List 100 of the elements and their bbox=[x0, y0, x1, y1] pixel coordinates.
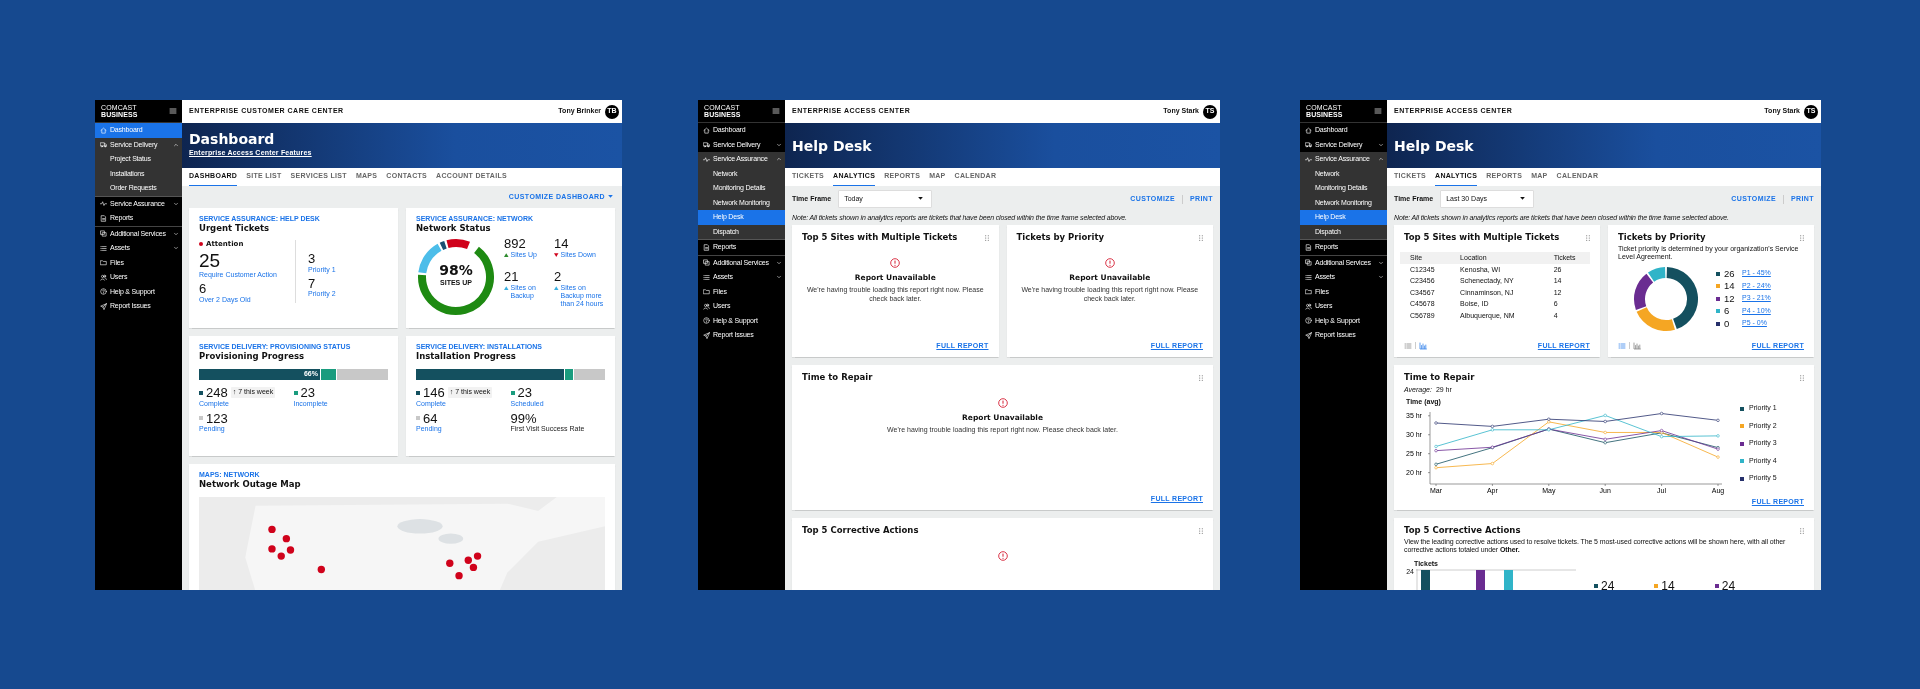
drag-handle-icon[interactable] bbox=[1800, 528, 1804, 535]
stat-value: 248 bbox=[206, 385, 228, 400]
data-point bbox=[1716, 418, 1720, 422]
error-icon bbox=[997, 397, 1008, 408]
folder-icon bbox=[100, 259, 107, 267]
total-value: 24 bbox=[1721, 579, 1736, 590]
chevron-up-icon[interactable] bbox=[1378, 156, 1384, 163]
stat-value: 123 bbox=[206, 411, 228, 426]
stat-value: 21 bbox=[504, 270, 519, 284]
card-title: Network Status bbox=[416, 223, 491, 235]
drag-handle-icon[interactable] bbox=[1586, 235, 1590, 242]
error-icon bbox=[1104, 257, 1115, 268]
caret-icon bbox=[608, 195, 613, 199]
folder-icon bbox=[1305, 288, 1312, 296]
card-title: Top 5 Corrective Actions bbox=[802, 525, 919, 537]
chevron-down-icon[interactable] bbox=[776, 141, 782, 148]
stat-value: 7 bbox=[308, 276, 316, 291]
send-icon bbox=[100, 302, 107, 310]
drag-handle-icon[interactable] bbox=[984, 235, 989, 242]
card-title: Tickets by Priority bbox=[1618, 232, 1706, 244]
card-title: Network Outage Map bbox=[199, 479, 301, 491]
total-value: 14 bbox=[1661, 579, 1675, 590]
card-title: Time to Repair bbox=[802, 372, 873, 384]
stat-value: 6 bbox=[199, 282, 207, 296]
chevron-up-icon[interactable] bbox=[173, 141, 179, 148]
page-title: Dashboard bbox=[189, 132, 276, 147]
legend-count: 12 bbox=[1724, 293, 1736, 304]
card-title: Top 5 Sites with Multiple Tickets bbox=[802, 232, 958, 244]
chevron-down-icon[interactable] bbox=[1378, 274, 1384, 281]
copy-icon bbox=[100, 230, 107, 238]
data-point bbox=[1603, 413, 1607, 417]
chevron-down-icon[interactable] bbox=[776, 274, 782, 281]
pulse-icon bbox=[1305, 155, 1312, 163]
truck-icon bbox=[100, 141, 107, 149]
data-point bbox=[1716, 434, 1720, 438]
document-icon bbox=[1305, 243, 1312, 251]
copy-icon bbox=[1305, 259, 1312, 267]
drag-handle-icon[interactable] bbox=[1199, 528, 1203, 535]
caret-icon bbox=[1520, 197, 1526, 201]
legend-count: 6 bbox=[1724, 306, 1731, 316]
data-point bbox=[1716, 445, 1720, 450]
total-value: 24 bbox=[1601, 579, 1615, 590]
bar-chart-icon[interactable] bbox=[1633, 341, 1641, 350]
home-icon bbox=[1305, 126, 1312, 134]
bar-chart-icon[interactable] bbox=[1419, 341, 1427, 350]
stat-value: 25 bbox=[199, 251, 221, 272]
chevron-down-icon[interactable] bbox=[173, 230, 179, 237]
stat-value: 23 bbox=[300, 385, 315, 400]
document-icon bbox=[703, 243, 710, 251]
chevron-down-icon[interactable] bbox=[1378, 141, 1384, 148]
list-icon bbox=[1305, 273, 1312, 281]
send-icon bbox=[703, 331, 710, 339]
data-point bbox=[1490, 461, 1494, 465]
pulse-icon bbox=[703, 155, 710, 163]
stat-value: 892 bbox=[504, 236, 526, 251]
data-point bbox=[1603, 419, 1607, 423]
error-icon bbox=[997, 550, 1008, 561]
drag-handle-icon[interactable] bbox=[1199, 375, 1203, 382]
legend-count: 26 bbox=[1724, 268, 1736, 279]
help-icon bbox=[703, 317, 710, 325]
card-title: Tickets by Priority bbox=[1016, 232, 1104, 244]
copy-icon bbox=[703, 259, 710, 267]
card-title: Installation Progress bbox=[416, 351, 516, 363]
send-icon bbox=[1305, 331, 1312, 339]
truck-icon bbox=[703, 141, 710, 149]
card-title: Provisioning Progress bbox=[199, 351, 304, 363]
document-icon bbox=[100, 214, 107, 222]
card-title: Urgent Tickets bbox=[199, 223, 270, 235]
chevron-down-icon[interactable] bbox=[776, 259, 782, 266]
legend-count: 14 bbox=[1724, 281, 1736, 291]
drag-handle-icon[interactable] bbox=[1800, 375, 1804, 382]
list-icon bbox=[100, 244, 107, 252]
caret-icon bbox=[918, 197, 924, 201]
menu-icon[interactable] bbox=[169, 107, 177, 115]
stat-value: 64 bbox=[423, 411, 438, 426]
stat-value: 14 bbox=[554, 236, 569, 251]
page-title: Help Desk bbox=[1394, 138, 1475, 153]
menu-icon[interactable] bbox=[772, 107, 780, 115]
chevron-up-icon[interactable] bbox=[776, 156, 782, 163]
chevron-down-icon[interactable] bbox=[173, 200, 179, 207]
card-title: Top 5 Sites with Multiple Tickets bbox=[1404, 232, 1560, 244]
help-icon bbox=[1305, 317, 1312, 325]
data-point bbox=[1603, 430, 1607, 434]
pulse-icon bbox=[100, 200, 107, 208]
card-title: Time to Repair bbox=[1404, 372, 1475, 384]
help-icon bbox=[100, 288, 107, 296]
truck-icon bbox=[1305, 141, 1312, 149]
menu-icon[interactable] bbox=[1374, 107, 1382, 115]
list-icon[interactable] bbox=[1618, 341, 1626, 350]
drag-handle-icon[interactable] bbox=[1800, 235, 1804, 242]
chevron-down-icon[interactable] bbox=[1378, 259, 1384, 266]
stat-value: 3 bbox=[308, 251, 316, 266]
ring-value: 98% bbox=[439, 262, 473, 277]
page-title: Help Desk bbox=[792, 138, 873, 153]
users-icon bbox=[703, 302, 710, 310]
list-icon[interactable] bbox=[1404, 341, 1412, 350]
stat-value: 99% bbox=[510, 411, 537, 426]
drag-handle-icon[interactable] bbox=[1199, 235, 1203, 242]
stat-value: 2 bbox=[554, 270, 562, 284]
chevron-down-icon[interactable] bbox=[173, 245, 179, 252]
